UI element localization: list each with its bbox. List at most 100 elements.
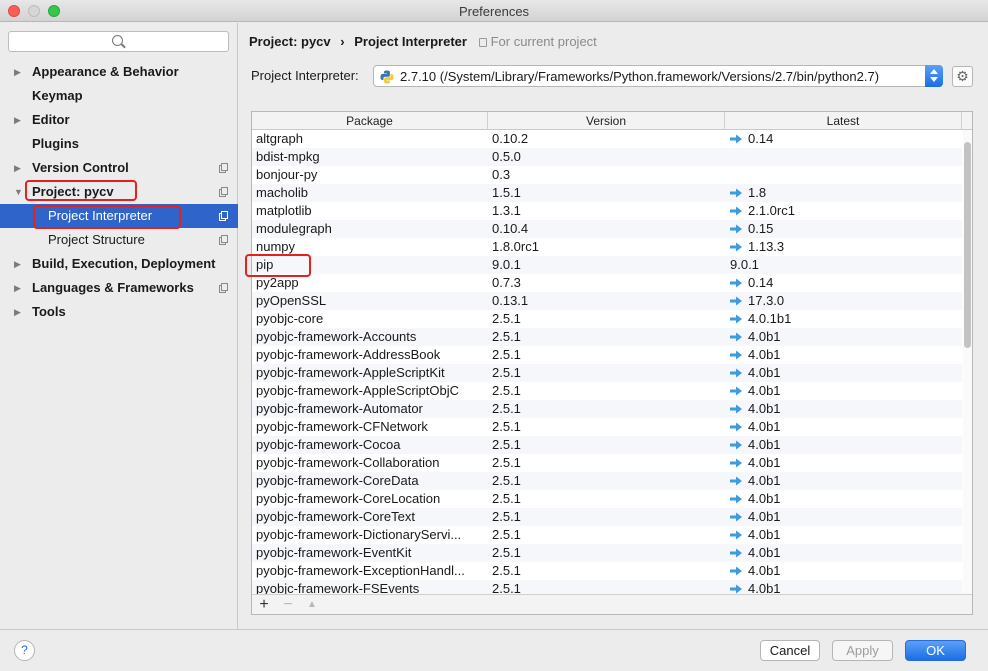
- help-button[interactable]: ?: [14, 640, 35, 661]
- package-version: 1.8.0rc1: [492, 239, 539, 254]
- package-latest-value: 4.0b1: [748, 491, 781, 506]
- table-row[interactable]: pyobjc-framework-AppleScriptKit 2.5.1 4.0b…: [252, 364, 962, 382]
- table-body: altgraph 0.10.2 0.14 bdist-mpkg 0.5.0 bonjour…: [252, 130, 962, 594]
- package-name: bonjour-py: [256, 167, 318, 182]
- cancel-button[interactable]: Cancel: [760, 640, 820, 661]
- ok-button[interactable]: OK: [905, 640, 966, 661]
- table-row[interactable]: pyobjc-framework-Cocoa 2.5.1 4.0b1: [252, 436, 962, 454]
- package-version: 2.5.1: [492, 437, 521, 452]
- package-latest: 4.0b1: [730, 364, 960, 382]
- table-row[interactable]: pyobjc-framework-AddressBook 2.5.1 4.0b1: [252, 346, 962, 364]
- upgrade-arrow-icon: [730, 134, 742, 144]
- chevron-right-icon[interactable]: ▶: [14, 156, 21, 180]
- package-latest: 4.0b1: [730, 418, 960, 436]
- table-row[interactable]: pyobjc-framework-Collaboration 2.5.1 4.0b1: [252, 454, 962, 472]
- table-row[interactable]: bonjour-py 0.3: [252, 166, 962, 184]
- table-row[interactable]: pyobjc-framework-ExceptionHandl... 2.5.1 4…: [252, 562, 962, 580]
- table-row[interactable]: pyobjc-core 2.5.1 4.0.1b1: [252, 310, 962, 328]
- chevron-right-icon[interactable]: ▶: [14, 276, 21, 300]
- sidebar-item-project-structure[interactable]: Project Structure: [0, 228, 238, 252]
- sidebar-item-appearance-behavior[interactable]: ▶ Appearance & Behavior: [0, 60, 238, 84]
- table-row[interactable]: pip 9.0.1 9.0.1: [252, 256, 962, 274]
- column-header-latest[interactable]: Latest: [725, 112, 962, 130]
- table-row[interactable]: pyobjc-framework-AppleScriptObjC 2.5.1 4.0…: [252, 382, 962, 400]
- sidebar-item-project-pycv[interactable]: ▼ Project: pycv: [0, 180, 238, 204]
- package-name: pyobjc-framework-CoreText: [256, 509, 415, 524]
- upgrade-arrow-icon: [730, 278, 742, 288]
- table-row[interactable]: modulegraph 0.10.4 0.15: [252, 220, 962, 238]
- remove-package-button[interactable]: −: [278, 595, 298, 615]
- upgrade-package-button[interactable]: ▲: [302, 595, 322, 615]
- package-name: pyobjc-framework-DictionaryServi...: [256, 527, 462, 542]
- package-latest: 4.0.1b1: [730, 310, 960, 328]
- package-latest: 4.0b1: [730, 508, 960, 526]
- package-name: pyobjc-framework-Cocoa: [256, 437, 401, 452]
- sidebar-item-project-interpreter[interactable]: Project Interpreter: [0, 204, 238, 228]
- sidebar-item-tools[interactable]: ▶ Tools: [0, 300, 238, 324]
- package-name: pyobjc-core: [256, 311, 324, 326]
- package-version: 2.5.1: [492, 491, 521, 506]
- table-row[interactable]: pyobjc-framework-CFNetwork 2.5.1 4.0b1: [252, 418, 962, 436]
- column-header-version[interactable]: Version: [488, 112, 725, 130]
- package-latest-value: 1.8: [748, 185, 767, 200]
- upgrade-arrow-icon: [730, 440, 742, 450]
- sidebar-item-label: Project Interpreter: [48, 208, 153, 223]
- search-icon: [112, 35, 123, 46]
- chevron-right-icon[interactable]: ▶: [14, 60, 21, 84]
- upgrade-arrow-icon: [730, 404, 742, 414]
- package-name: pyobjc-framework-FSEvents: [256, 581, 420, 594]
- package-latest-value: 0.15: [748, 221, 774, 236]
- sidebar-item-editor[interactable]: ▶ Editor: [0, 108, 238, 132]
- table-row[interactable]: pyobjc-framework-FSEvents 2.5.1 4.0b1: [252, 580, 962, 594]
- sidebar-item-plugins[interactable]: Plugins: [0, 132, 238, 156]
- apply-button[interactable]: Apply: [832, 640, 893, 661]
- dropdown-stepper[interactable]: [925, 65, 943, 87]
- settings-search-input[interactable]: [8, 31, 229, 52]
- add-package-button[interactable]: +: [254, 595, 274, 615]
- package-name: pyobjc-framework-Collaboration: [256, 455, 440, 470]
- table-row[interactable]: pyobjc-framework-CoreText 2.5.1 4.0b1: [252, 508, 962, 526]
- sidebar-item-version-control[interactable]: ▶ Version Control: [0, 156, 238, 180]
- table-row[interactable]: pyobjc-framework-Accounts 2.5.1 4.0b1: [252, 328, 962, 346]
- package-version: 1.5.1: [492, 185, 521, 200]
- column-header-package[interactable]: Package: [252, 112, 488, 130]
- interpreter-settings-button[interactable]: ⚙: [952, 66, 973, 87]
- table-row[interactable]: pyobjc-framework-EventKit 2.5.1 4.0b1: [252, 544, 962, 562]
- scrollbar-thumb[interactable]: [964, 142, 971, 348]
- sidebar-item-label: Tools: [32, 304, 66, 319]
- chevron-right-icon[interactable]: ▶: [14, 108, 21, 132]
- table-row[interactable]: bdist-mpkg 0.5.0: [252, 148, 962, 166]
- package-name: pyobjc-framework-Automator: [256, 401, 423, 416]
- vertical-scrollbar[interactable]: [963, 130, 972, 594]
- chevron-right-icon[interactable]: ▶: [14, 252, 21, 276]
- interpreter-select[interactable]: 2.7.10 (/System/Library/Frameworks/Pytho…: [373, 65, 943, 87]
- upgrade-arrow-icon: [730, 224, 742, 234]
- table-row[interactable]: pyOpenSSL 0.13.1 17.3.0: [252, 292, 962, 310]
- package-name: pyobjc-framework-CFNetwork: [256, 419, 428, 434]
- table-row[interactable]: numpy 1.8.0rc1 1.13.3: [252, 238, 962, 256]
- package-latest-value: 2.1.0rc1: [748, 203, 795, 218]
- table-row[interactable]: pyobjc-framework-Automator 2.5.1 4.0b1: [252, 400, 962, 418]
- table-row[interactable]: pyobjc-framework-CoreData 2.5.1 4.0b1: [252, 472, 962, 490]
- chevron-down-icon[interactable]: ▼: [14, 180, 23, 204]
- sidebar-item-label: Version Control: [32, 160, 129, 175]
- table-row[interactable]: pyobjc-framework-DictionaryServi... 2.5.1…: [252, 526, 962, 544]
- upgrade-arrow-icon: [730, 566, 742, 576]
- table-row[interactable]: macholib 1.5.1 1.8: [252, 184, 962, 202]
- table-row[interactable]: pyobjc-framework-CoreLocation 2.5.1 4.0b1: [252, 490, 962, 508]
- table-row[interactable]: py2app 0.7.3 0.14: [252, 274, 962, 292]
- sidebar-item-build-execution-deployment[interactable]: ▶ Build, Execution, Deployment: [0, 252, 238, 276]
- upgrade-arrow-icon: [730, 350, 742, 360]
- package-name: modulegraph: [256, 221, 332, 236]
- package-version: 9.0.1: [492, 257, 521, 272]
- package-version: 2.5.1: [492, 347, 521, 362]
- sidebar-item-label: Editor: [32, 112, 70, 127]
- table-row[interactable]: altgraph 0.10.2 0.14: [252, 130, 962, 148]
- sidebar-item-languages-frameworks[interactable]: ▶ Languages & Frameworks: [0, 276, 238, 300]
- package-version: 0.3: [492, 167, 511, 182]
- package-latest-value: 4.0b1: [748, 581, 781, 594]
- table-header: Package Version Latest: [252, 112, 972, 130]
- table-row[interactable]: matplotlib 1.3.1 2.1.0rc1: [252, 202, 962, 220]
- sidebar-item-keymap[interactable]: Keymap: [0, 84, 238, 108]
- chevron-right-icon[interactable]: ▶: [14, 300, 21, 324]
